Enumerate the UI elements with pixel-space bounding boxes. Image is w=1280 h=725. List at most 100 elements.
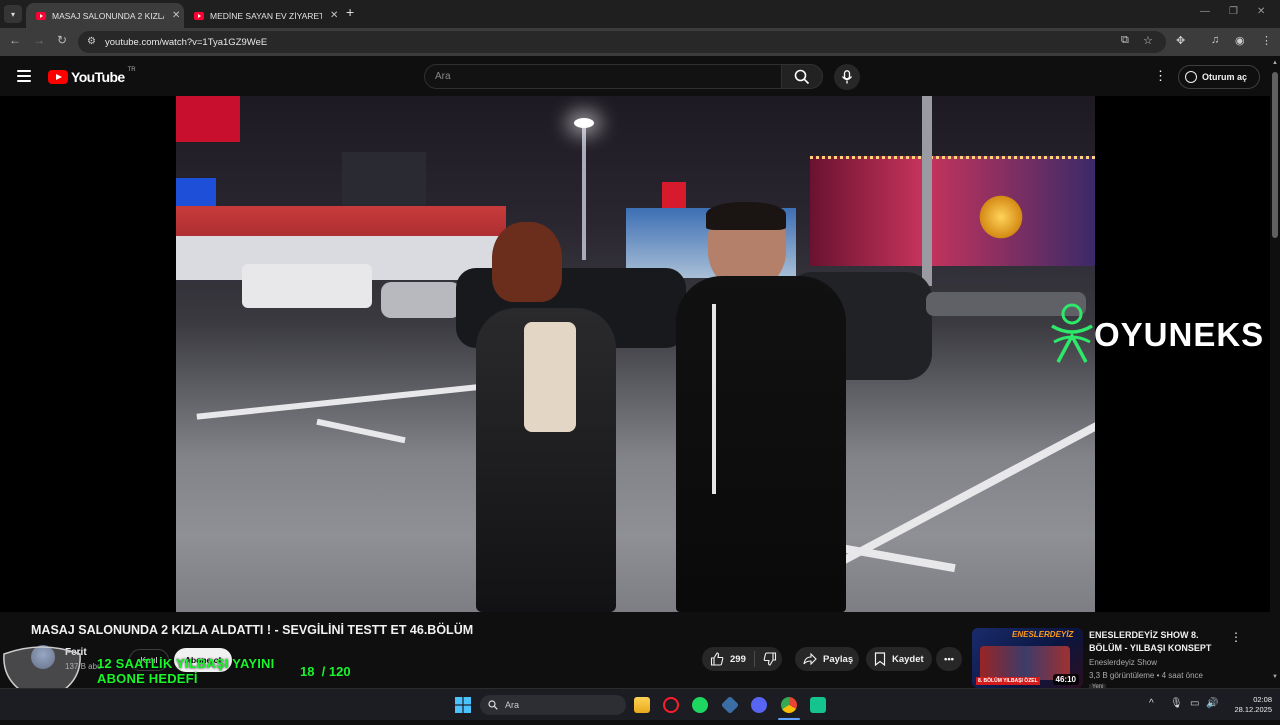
bookmark-star-icon[interactable]: ☆ xyxy=(1143,34,1153,47)
save-button[interactable]: Kaydet xyxy=(866,647,932,671)
jacket-zipper-stripe xyxy=(712,304,716,494)
parked-car xyxy=(381,282,461,318)
app-icon[interactable] xyxy=(720,695,740,715)
store-sign xyxy=(176,96,240,142)
taskbar-search-placeholder: Ara xyxy=(505,700,520,710)
address-bar[interactable]: ⚙ youtube.com/watch?v=1Tya1GZ9WeE xyxy=(78,31,1166,53)
opera-browser-icon[interactable] xyxy=(663,697,679,713)
voice-search-button[interactable] xyxy=(834,64,860,90)
signin-label: Oturum aç xyxy=(1202,72,1248,82)
file-explorer-icon[interactable] xyxy=(634,697,650,713)
clock-date: 28.12.2025 xyxy=(1234,705,1272,714)
spotify-icon[interactable] xyxy=(692,697,708,713)
share-arrow-icon xyxy=(803,653,817,665)
tab-close-icon[interactable]: ✕ xyxy=(330,10,338,21)
profile-icon[interactable]: ◉ xyxy=(1235,34,1245,47)
restore-icon[interactable]: ❐ xyxy=(1229,6,1238,17)
taskbar-search-icon xyxy=(488,700,498,710)
tray-network-icon[interactable]: ▭ xyxy=(1190,698,1199,709)
taskbar-search[interactable]: Ara xyxy=(480,695,626,715)
windows-taskbar: Ara ^ 🎙 ▭ 🔊 02:08 28.12.2025 xyxy=(0,688,1280,720)
forward-arrow-icon[interactable]: → xyxy=(33,33,45,47)
store-sign-blue xyxy=(176,178,216,208)
settings-kebab-icon[interactable]: ⋮ xyxy=(1154,68,1167,84)
like-dislike-group: 299 xyxy=(702,647,782,671)
tray-overflow-icon[interactable]: ^ xyxy=(1149,698,1154,709)
discord-icon[interactable] xyxy=(751,697,767,713)
extensions-icon[interactable]: ✥ xyxy=(1176,34,1185,47)
thumbnail-text: ENESLERDEYİZ xyxy=(1012,630,1074,639)
hamburger-menu-icon[interactable] xyxy=(17,70,31,82)
more-horizontal-icon: ••• xyxy=(944,653,954,665)
light-pole xyxy=(582,120,586,260)
more-actions-button[interactable]: ••• xyxy=(936,647,962,671)
back-arrow-icon[interactable]: ← xyxy=(9,33,21,47)
save-label: Kaydet xyxy=(892,653,924,665)
tray-mic-icon[interactable]: 🎙 xyxy=(1170,698,1183,709)
install-app-icon[interactable]: ⧉ xyxy=(1121,34,1129,47)
site-info-icon[interactable]: ⚙ xyxy=(87,36,96,47)
mall-facade-right xyxy=(810,156,1095,266)
scrollbar-thumb[interactable] xyxy=(1272,72,1278,238)
bookmark-icon xyxy=(874,652,886,666)
tab-search-chevron-icon[interactable]: ▾ xyxy=(4,5,22,23)
tab-close-icon[interactable]: ✕ xyxy=(172,10,180,21)
parked-van xyxy=(242,264,372,308)
browser-menu-icon[interactable]: ⋮ xyxy=(1261,34,1272,47)
tray-volume-icon[interactable]: 🔊 xyxy=(1206,698,1218,709)
video-duration: 46:10 xyxy=(1052,674,1079,685)
recommended-channel[interactable]: Eneslerdeyiz Show xyxy=(1089,658,1157,667)
star-decoration xyxy=(966,186,1036,248)
microphone-icon xyxy=(841,70,853,84)
goal-line-1: 12 SAATLİK YILBAŞI YAYINI xyxy=(97,656,275,671)
scroll-down-arrow-icon[interactable]: ▼ xyxy=(1272,674,1278,680)
video-title: MASAJ SALONUNDA 2 KIZLA ALDATTI ! - SEVG… xyxy=(31,623,474,637)
share-button[interactable]: Paylaş xyxy=(795,647,859,671)
page-scrollbar[interactable]: ▲ ▼ xyxy=(1271,60,1279,684)
search-icon xyxy=(794,69,810,84)
signin-button[interactable]: Oturum aç xyxy=(1178,65,1260,89)
new-tab-plus-icon[interactable]: + xyxy=(346,4,354,20)
youtube-favicon-icon xyxy=(194,11,204,20)
account-icon xyxy=(1185,71,1197,83)
like-count[interactable]: 299 xyxy=(730,654,746,665)
parking-line xyxy=(832,411,1095,569)
youtube-wordmark: YouTube xyxy=(71,69,125,85)
system-clock[interactable]: 02:08 28.12.2025 xyxy=(1222,695,1272,715)
recommended-more-icon[interactable]: ⋮ xyxy=(1230,630,1242,644)
region-code: TR xyxy=(127,67,136,73)
tab-inactive[interactable]: MEDİNE SAYAN EV ZİYARETİ - Y ✕ xyxy=(184,3,342,28)
tab-title: MASAJ SALONUNDA 2 KIZLA A xyxy=(52,10,164,21)
oyuneks-logo-icon xyxy=(1051,303,1093,363)
whatsapp-icon[interactable] xyxy=(810,697,826,713)
minimize-icon[interactable]: — xyxy=(1200,6,1210,17)
youtube-logo[interactable]: YouTube TR xyxy=(48,67,136,85)
recommended-video[interactable]: ENESLERDEYİZ 8. BÖLÜM YILBAŞI ÖZEL 46:10… xyxy=(972,628,1270,690)
video-frame[interactable] xyxy=(176,96,1095,612)
search-button[interactable] xyxy=(781,64,823,89)
channel-watermark: OYUNEKS xyxy=(1048,302,1264,368)
man-tracksuit xyxy=(676,276,846,612)
search-input[interactable]: Ara xyxy=(424,64,782,89)
url-text: youtube.com/watch?v=1Tya1GZ9WeE xyxy=(105,36,268,48)
window-close-icon[interactable]: ✕ xyxy=(1257,6,1265,17)
reload-icon[interactable]: ↻ xyxy=(57,33,67,47)
thumbs-up-icon[interactable] xyxy=(710,652,724,666)
thumbs-down-icon[interactable] xyxy=(763,652,777,666)
recommended-thumbnail[interactable]: ENESLERDEYİZ 8. BÖLÜM YILBAŞI ÖZEL 46:10 xyxy=(972,628,1083,688)
parking-line xyxy=(196,382,496,420)
scroll-up-arrow-icon[interactable]: ▲ xyxy=(1272,60,1278,66)
watermark-text: OYUNEKS xyxy=(1094,316,1265,353)
youtube-favicon-icon xyxy=(36,11,46,20)
share-label: Paylaş xyxy=(823,653,854,665)
street-lamp xyxy=(574,118,594,128)
carrefour-logo xyxy=(662,182,686,208)
tab-active[interactable]: MASAJ SALONUNDA 2 KIZLA A ✕ xyxy=(26,3,184,28)
like-divider xyxy=(753,651,755,667)
video-player[interactable]: OYUNEKS xyxy=(0,96,1270,612)
youtube-play-icon xyxy=(48,70,68,84)
windows-start-icon[interactable] xyxy=(455,697,471,713)
media-controls-icon[interactable]: ♫ xyxy=(1211,34,1219,46)
recommended-title[interactable]: ENESLERDEYİZ SHOW 8. BÖLÜM - YILBAŞI KON… xyxy=(1089,629,1229,655)
chrome-icon[interactable] xyxy=(781,697,797,713)
